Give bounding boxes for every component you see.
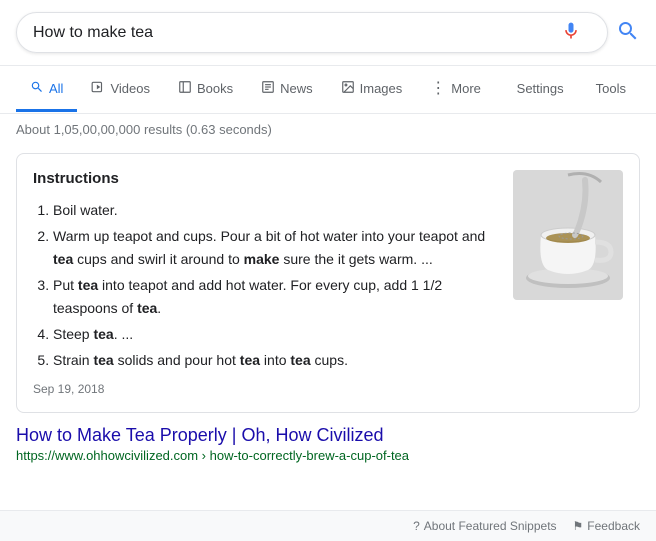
featured-snippets-info[interactable]: ? About Featured Snippets xyxy=(413,519,556,533)
tab-more-label: More xyxy=(451,81,481,96)
result-title[interactable]: How to Make Tea Properly | Oh, How Civil… xyxy=(16,425,383,445)
snippet-steps-list: Boil water. Warm up teapot and cups. Pou… xyxy=(33,199,497,372)
snippet-content: Instructions Boil water. Warm up teapot … xyxy=(33,170,497,396)
list-item: Put tea into teapot and add hot water. F… xyxy=(53,274,497,319)
snippet-card: Instructions Boil water. Warm up teapot … xyxy=(16,153,640,413)
tab-settings-label: Settings xyxy=(517,81,564,96)
tab-more[interactable]: ⋮ More xyxy=(416,66,495,113)
tab-images-label: Images xyxy=(360,81,403,96)
search-input[interactable]: How to make tea xyxy=(33,24,561,42)
list-item: Boil water. xyxy=(53,199,497,221)
list-item: Strain tea solids and pour hot tea into … xyxy=(53,349,497,371)
search-bar-area: How to make tea xyxy=(0,0,656,66)
tab-books[interactable]: Books xyxy=(164,68,247,112)
snippet-date: Sep 19, 2018 xyxy=(33,382,497,396)
snippet-image xyxy=(513,170,623,300)
feedback-button[interactable]: ⚑ Feedback xyxy=(573,519,640,533)
tab-settings[interactable]: Settings xyxy=(503,69,578,111)
question-icon: ? xyxy=(413,519,420,533)
tab-videos-label: Videos xyxy=(110,81,150,96)
list-item: Warm up teapot and cups. Pour a bit of h… xyxy=(53,225,497,270)
tab-videos[interactable]: Videos xyxy=(77,68,164,112)
search-button[interactable] xyxy=(616,19,640,46)
result-url: https://www.ohhowcivilized.com › how-to-… xyxy=(16,448,640,463)
tab-tools-label: Tools xyxy=(596,81,626,96)
tab-tools[interactable]: Tools xyxy=(582,69,640,111)
results-info: About 1,05,00,00,000 results (0.63 secon… xyxy=(0,114,656,145)
images-icon xyxy=(341,80,355,97)
page-footer: ? About Featured Snippets ⚑ Feedback xyxy=(0,510,656,541)
tab-all-label: All xyxy=(49,81,63,96)
tab-news[interactable]: News xyxy=(247,68,327,112)
results-count: About 1,05,00,00,000 results (0.63 secon… xyxy=(16,122,272,137)
news-icon xyxy=(261,80,275,97)
nav-right: Settings Tools xyxy=(503,69,640,111)
search-result: How to Make Tea Properly | Oh, How Civil… xyxy=(16,425,640,463)
featured-snippets-label: About Featured Snippets xyxy=(424,519,557,533)
nav-tabs: All Videos Books News Images ⋮ More Sett… xyxy=(0,66,656,114)
tab-images[interactable]: Images xyxy=(327,68,417,112)
search-input-wrapper: How to make tea xyxy=(16,12,608,53)
books-icon xyxy=(178,80,192,97)
tab-all[interactable]: All xyxy=(16,68,77,112)
all-icon xyxy=(30,80,44,97)
tab-books-label: Books xyxy=(197,81,233,96)
mic-icon[interactable] xyxy=(561,21,581,44)
list-item: Steep tea. ... xyxy=(53,323,497,345)
tab-news-label: News xyxy=(280,81,313,96)
feedback-icon: ⚑ xyxy=(573,519,584,533)
snippet-title: Instructions xyxy=(33,170,497,187)
videos-icon xyxy=(91,80,105,97)
more-icon: ⋮ xyxy=(430,78,446,98)
feedback-label: Feedback xyxy=(587,519,640,533)
